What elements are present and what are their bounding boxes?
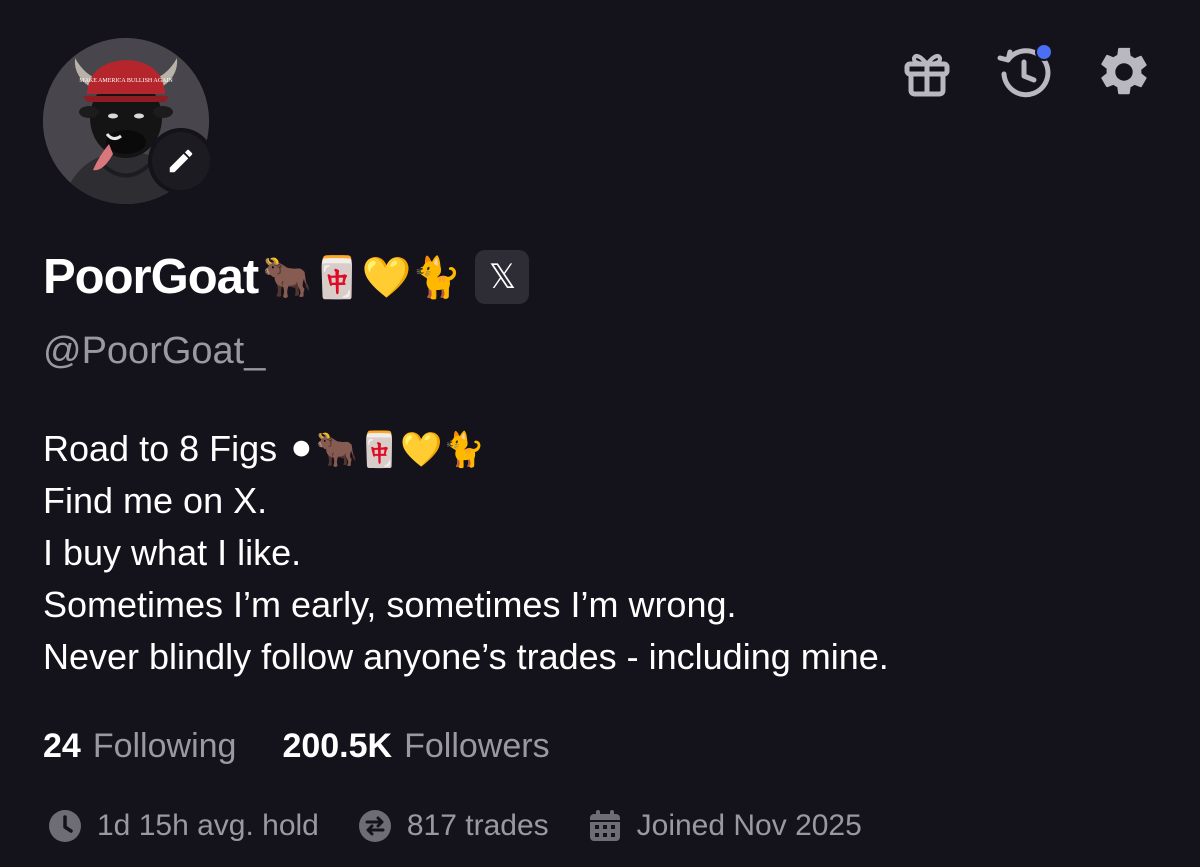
x-link-button[interactable]: 𝕏 bbox=[475, 250, 530, 304]
trades-text: 817 trades bbox=[406, 809, 549, 842]
following-stat[interactable]: 24 Following bbox=[43, 727, 236, 766]
user-handle: @PoorGoat_ bbox=[43, 330, 266, 372]
joined-item: Joined Nov 2025 bbox=[587, 808, 862, 844]
trades-item: 817 trades bbox=[357, 808, 549, 844]
followers-label: Followers bbox=[404, 726, 550, 765]
bio-line-2: Find me on X. bbox=[43, 480, 268, 521]
avg-hold-item: 1d 15h avg. hold bbox=[47, 808, 319, 844]
bio-line-1: Road to 8 Figs bbox=[43, 428, 288, 469]
joined-text: Joined Nov 2025 bbox=[636, 809, 862, 842]
x-logo-icon: 𝕏 bbox=[488, 257, 517, 297]
follow-stats: 24 Following 200.5K Followers bbox=[43, 718, 550, 774]
following-label: Following bbox=[92, 726, 237, 765]
avg-hold-text: 1d 15h avg. hold bbox=[97, 809, 319, 842]
settings-button[interactable] bbox=[1092, 40, 1156, 104]
settings-icon bbox=[1101, 47, 1147, 95]
bio-line-5: Never blindly follow anyone’s trades - i… bbox=[43, 636, 889, 677]
gift-button[interactable] bbox=[895, 40, 959, 104]
followers-count: 200.5K bbox=[282, 726, 393, 765]
bio-line: Road to 8 Figs ⚫🐂🀄💛🐈 bbox=[43, 423, 1173, 475]
swap-icon bbox=[357, 808, 393, 844]
display-name: PoorGoat bbox=[43, 250, 259, 304]
bio-line-4: Sometimes I’m early, sometimes I’m wrong… bbox=[43, 584, 737, 625]
name-row: PoorGoat 🐂🀄💛🐈 𝕏 bbox=[43, 244, 530, 310]
history-button[interactable] bbox=[994, 40, 1058, 104]
calendar-icon bbox=[587, 808, 623, 844]
edit-pencil-icon bbox=[169, 149, 193, 173]
bio-line-3: I buy what I like. bbox=[43, 532, 302, 573]
edit-avatar-button[interactable] bbox=[148, 128, 214, 194]
clock-icon bbox=[47, 808, 83, 844]
top-action-bar bbox=[0, 40, 1200, 110]
bio-emojis: ⚫🐂🀄💛🐈 bbox=[287, 430, 485, 470]
profile-meta: 1d 15h avg. hold 817 trades Joined Nov 2… bbox=[47, 800, 862, 852]
following-count: 24 bbox=[43, 726, 81, 765]
display-name-emojis: 🐂🀄💛🐈 bbox=[262, 254, 462, 301]
gift-icon bbox=[904, 54, 950, 97]
notification-dot bbox=[1037, 45, 1051, 59]
history-icon bbox=[997, 43, 1053, 98]
followers-stat[interactable]: 200.5K Followers bbox=[282, 727, 549, 766]
edit-avatar-button-inner bbox=[152, 132, 210, 190]
bio: Road to 8 Figs ⚫🐂🀄💛🐈 Find me on X. I buy… bbox=[43, 423, 1173, 683]
